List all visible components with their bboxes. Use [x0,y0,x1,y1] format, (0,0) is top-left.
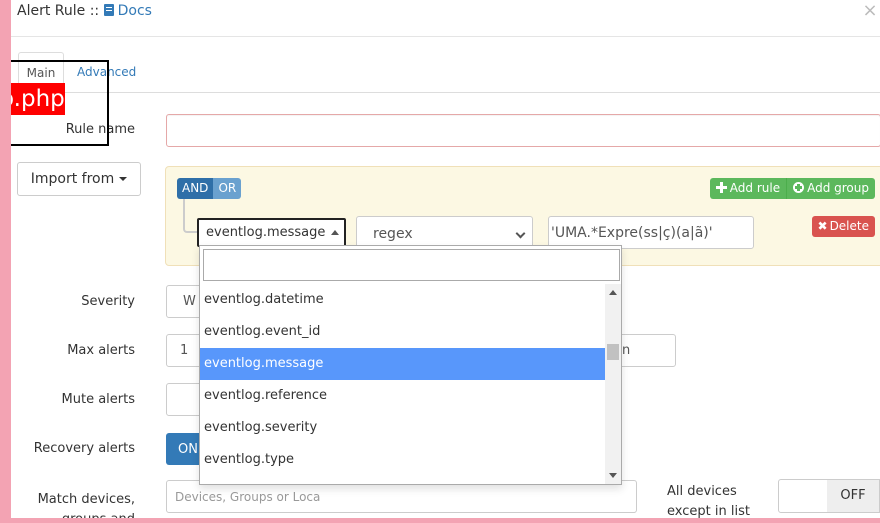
all-devices-toggle[interactable]: OFF [778,479,880,513]
dropdown-option[interactable]: eventlog.severity [200,412,605,444]
delete-rule-label: Delete [829,219,869,233]
and-or-toggle: AND OR [177,178,242,199]
all-devices-label-line1: All devices [667,484,737,499]
dropdown-option[interactable]: eventlog.datetime [200,284,605,316]
alert-rule-modal: Alert Rule :: Docs × Main Advanced Rule … [11,0,880,518]
dropdown-option[interactable]: eventlog.reference [200,380,605,412]
recovery-alerts-label: Recovery alerts [33,441,135,456]
modal-title: Alert Rule :: Docs [17,3,152,19]
import-from-label: Import from [30,171,115,187]
mute-alerts-label: Mute alerts [61,392,135,407]
field-dropdown: eventlog.datetime eventlog.event_id even… [199,245,622,485]
tabs-divider [64,92,880,93]
dropdown-option-selected[interactable]: eventlog.message [200,348,605,380]
scroll-down-icon[interactable] [609,473,617,478]
add-rule-button[interactable]: Add rule [709,178,787,199]
dropdown-option[interactable]: eventlog.type [200,444,605,476]
and-button[interactable]: AND [177,178,214,199]
chevron-down-icon [515,228,526,239]
add-group-button[interactable]: Add group [786,178,875,199]
close-icon[interactable]: × [860,0,880,21]
rule-name-input[interactable] [166,114,880,147]
plus-icon [715,182,727,193]
plus-circle-icon [793,182,805,193]
caret-up-icon [331,230,340,235]
docs-link[interactable]: Docs [103,3,152,19]
add-group-label: Add group [807,181,869,195]
scroll-thumb[interactable] [607,344,619,360]
dropdown-search-input[interactable] [203,249,620,281]
rule-field-select[interactable]: eventlog.message [197,218,346,247]
import-from-button[interactable]: Import from [17,162,141,196]
match-devices-label-line2: groups and [11,510,135,518]
add-rule-label: Add rule [729,181,781,195]
modal-title-text: Alert Rule :: [17,3,100,19]
all-devices-toggle-label: OFF [827,480,879,512]
dropdown-list: eventlog.datetime eventlog.event_id even… [200,284,605,476]
rule-field-value: eventlog.message [206,225,326,240]
severity-label: Severity [81,294,135,309]
caret-down-icon [119,177,128,181]
dropdown-option[interactable]: eventlog.event_id [200,316,605,348]
scroll-up-icon[interactable] [609,290,617,295]
debug-label: o.php [11,83,65,115]
book-icon [103,4,114,16]
max-alerts-label: Max alerts [67,343,135,358]
or-button[interactable]: OR [213,178,242,199]
close-icon: ✖ [817,219,828,233]
rule-operator-value: regex [373,225,413,242]
docs-link-label: Docs [117,3,152,19]
add-buttons: Add rule Add group [709,178,875,199]
match-devices-label-line1: Match devices, [37,492,135,507]
match-devices-label: Match devices, groups and [11,490,135,518]
rule-tree-connector [183,199,197,233]
header-divider [11,36,880,37]
all-devices-label-line2: except in list [667,504,750,518]
delete-rule-button[interactable]: ✖ Delete [811,216,875,237]
dropdown-scrollbar[interactable] [605,284,621,484]
all-devices-label: All devices except in list [667,482,750,518]
